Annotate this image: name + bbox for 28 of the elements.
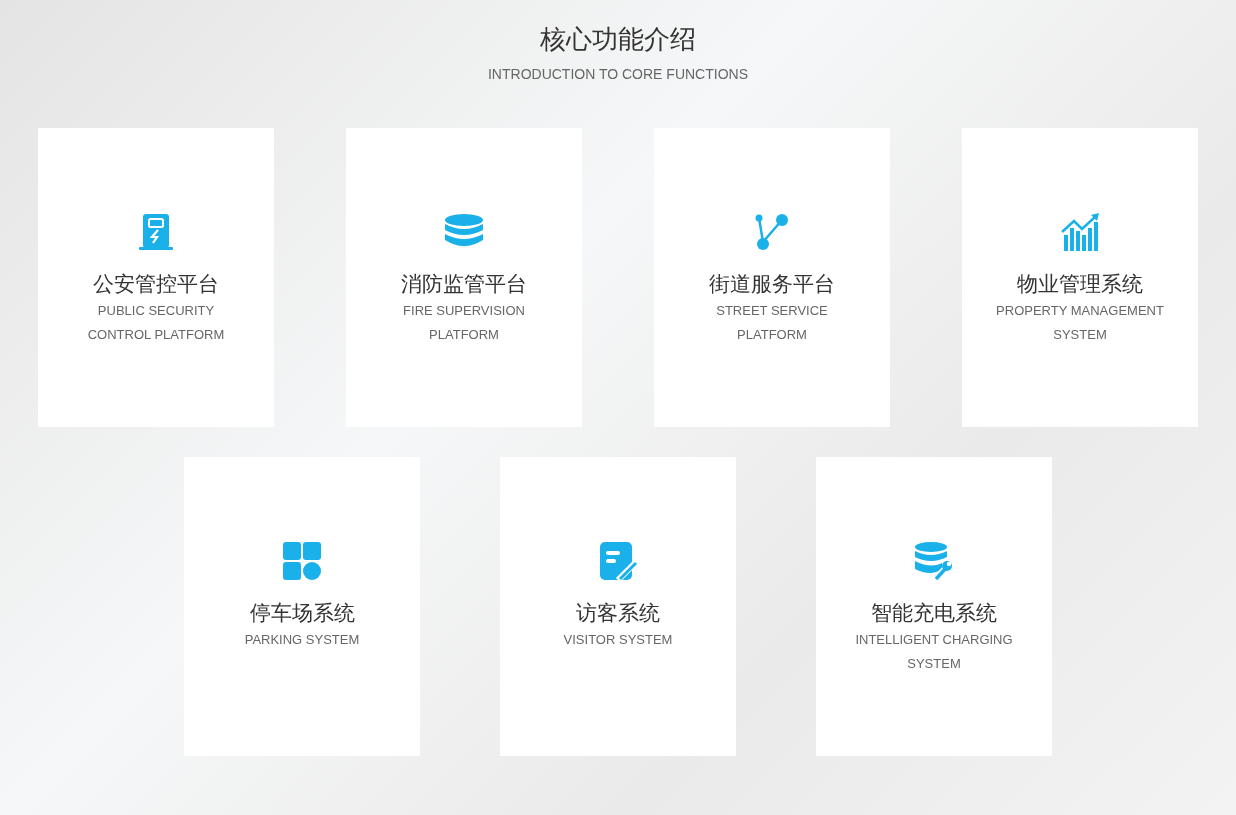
feature-card[interactable]: 街道服务平台 STREET SERVICE PLATFORM — [654, 128, 890, 427]
feature-subtitle: PUBLIC SECURITY CONTROL PLATFORM — [86, 302, 226, 344]
note-edit-icon — [598, 541, 638, 581]
feature-subtitle: INTELLIGENT CHARGING SYSTEM — [854, 631, 1014, 673]
feature-card[interactable]: 停车场系统 PARKING SYSTEM — [184, 457, 420, 756]
rising-chart-icon — [1060, 212, 1100, 252]
charger-icon — [136, 212, 176, 252]
feature-card[interactable]: 公安管控平台 PUBLIC SECURITY CONTROL PLATFORM — [38, 128, 274, 427]
feature-title: 智能充电系统 — [871, 600, 997, 626]
grid-icon — [282, 541, 322, 581]
feature-title: 访客系统 — [576, 600, 660, 626]
feature-title: 消防监管平台 — [401, 271, 527, 297]
feature-title: 物业管理系统 — [1017, 271, 1143, 297]
feature-subtitle: PARKING SYSTEM — [243, 631, 361, 649]
section-title: 核心功能介绍 — [540, 23, 696, 56]
section-subtitle: INTRODUCTION TO CORE FUNCTIONS — [487, 65, 748, 84]
feature-title: 公安管控平台 — [93, 271, 219, 297]
feature-subtitle: STREET SERVICE PLATFORM — [715, 302, 829, 344]
feature-subtitle: FIRE SUPERVISION PLATFORM — [402, 302, 526, 344]
feature-card[interactable]: 智能充电系统 INTELLIGENT CHARGING SYSTEM — [816, 457, 1052, 756]
feature-subtitle: VISITOR SYSTEM — [562, 631, 674, 649]
feature-subtitle: PROPERTY MANAGEMENT SYSTEM — [995, 302, 1165, 344]
feature-title: 街道服务平台 — [709, 271, 835, 297]
feature-card[interactable]: 物业管理系统 PROPERTY MANAGEMENT SYSTEM — [962, 128, 1198, 427]
feature-title: 停车场系统 — [249, 600, 355, 626]
database-wrench-icon — [914, 541, 954, 581]
feature-card[interactable]: 消防监管平台 FIRE SUPERVISION PLATFORM — [346, 128, 582, 427]
feature-card[interactable]: 访客系统 VISITOR SYSTEM — [500, 457, 736, 756]
